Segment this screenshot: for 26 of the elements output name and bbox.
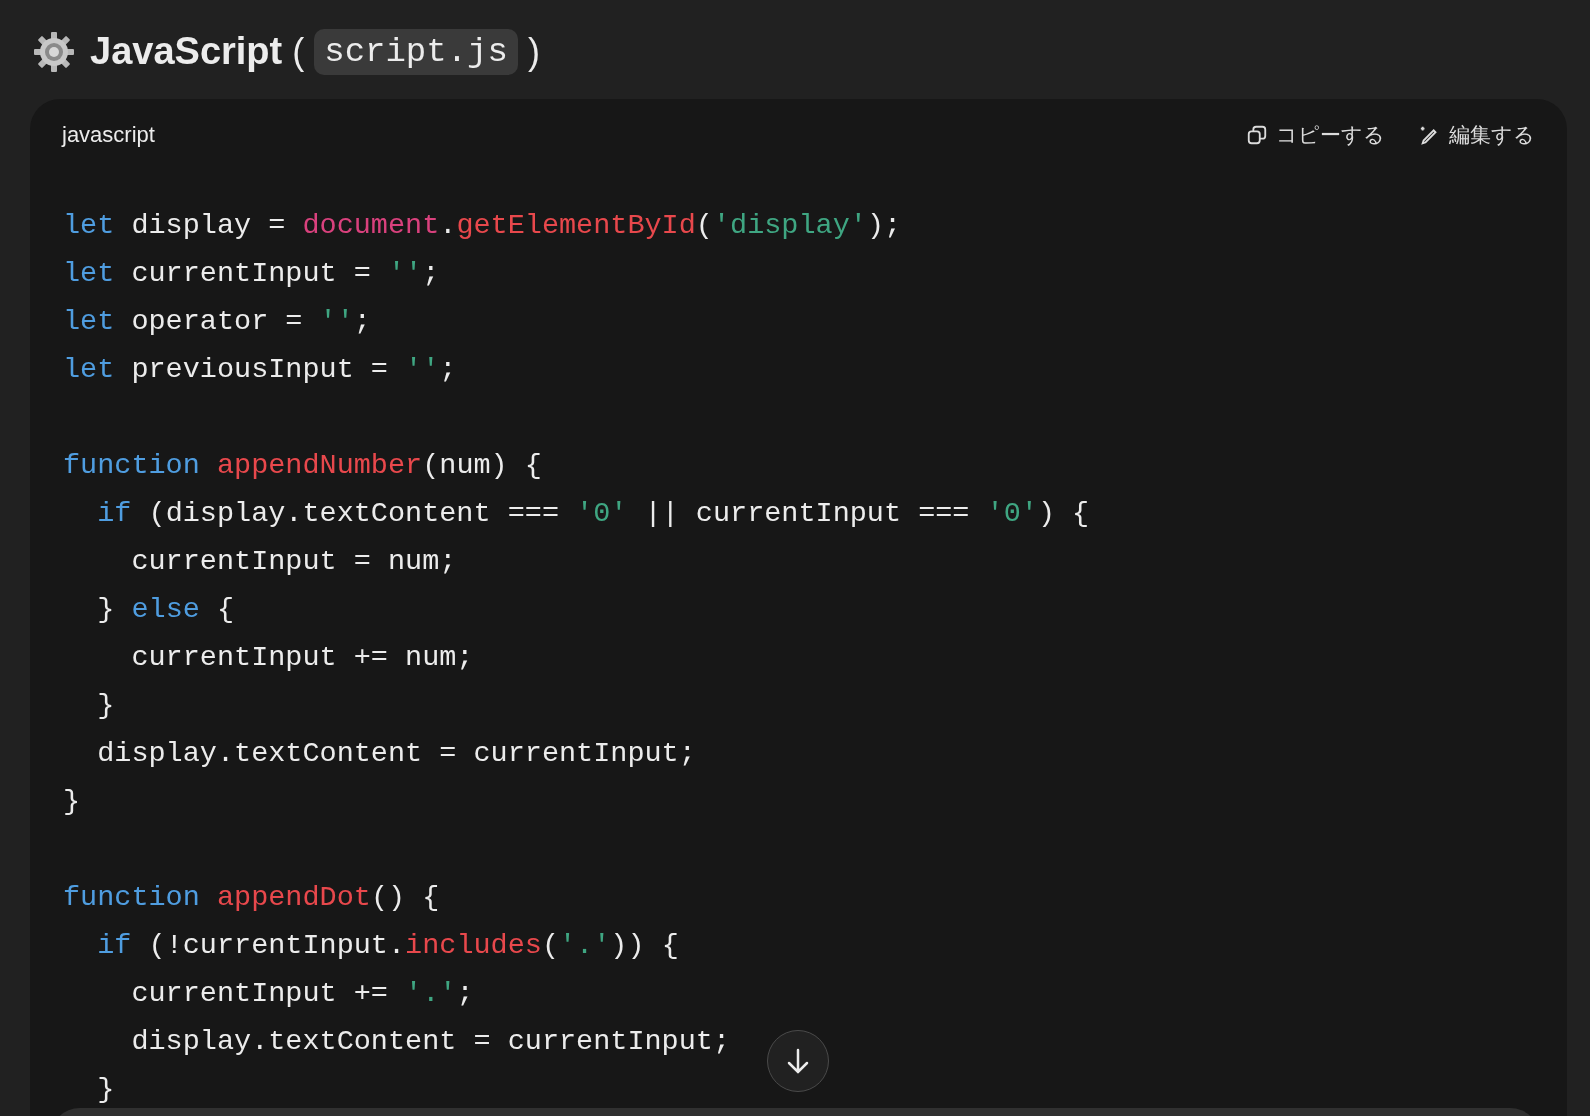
section-title: JavaScript: [90, 30, 283, 73]
code-line: } else {: [96, 592, 235, 628]
code-line: let operator = '';: [63, 304, 371, 340]
edit-button[interactable]: 編集する: [1419, 121, 1535, 149]
code-line: }: [96, 1072, 115, 1108]
filename-code: script.js: [314, 28, 518, 75]
gear-icon: [32, 29, 76, 74]
code-line: currentInput += num;: [130, 640, 474, 676]
parenthesis: (: [292, 30, 305, 73]
copy-icon: [1246, 124, 1268, 146]
code-line: display.textContent = currentInput;: [96, 736, 696, 772]
parenthesis: ): [527, 30, 540, 73]
code-line: }: [96, 688, 115, 724]
language-label: javascript: [62, 122, 155, 148]
code-line: let display = document.getElementById('display');: [63, 208, 902, 244]
code-line: function appendNumber(num) {: [63, 448, 542, 484]
code-line: let previousInput = '';: [63, 352, 457, 388]
code-line: currentInput = num;: [130, 544, 457, 580]
code-line: function appendDot() {: [63, 880, 440, 916]
code-line: let currentInput = '';: [63, 256, 440, 292]
copy-button[interactable]: コピーする: [1246, 121, 1385, 149]
code-line: currentInput += '.';: [130, 976, 474, 1012]
code-line: if (!currentInput.includes('.')) {: [96, 928, 679, 964]
code-line: if (display.textContent === '0' || currentInput === '0') {: [96, 496, 1090, 532]
code-line: }: [63, 784, 81, 820]
code-line: display.textContent = currentInput;: [130, 1024, 730, 1060]
